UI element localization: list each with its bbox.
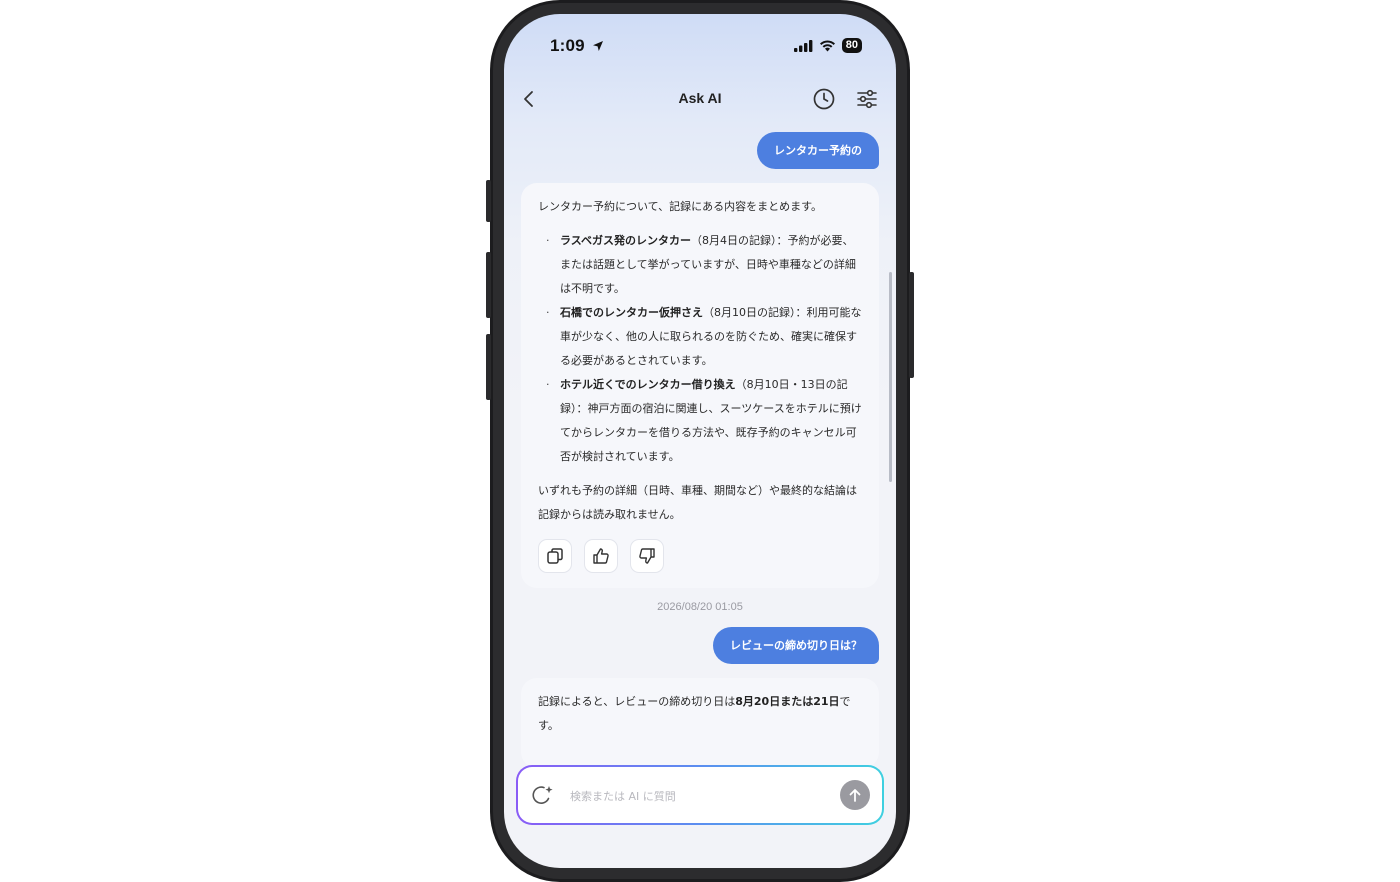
- history-button[interactable]: [811, 86, 837, 112]
- user-message-text: レンタカー予約の: [774, 144, 862, 157]
- thumbs-up-icon: [593, 548, 609, 564]
- copy-button[interactable]: [538, 539, 572, 573]
- sparkle-icon: [530, 783, 554, 811]
- list-item-heading: 石橋でのレンタカー仮押さえ: [560, 306, 703, 319]
- action-button: [486, 180, 491, 222]
- ai-response-prefix: 記録によると、レビューの締め切り日は: [538, 695, 736, 708]
- like-button[interactable]: [584, 539, 618, 573]
- thumbs-down-icon: [639, 548, 655, 564]
- ai-response-list: ラスベガス発のレンタカー（8月4日の記録）：予約が必要、または話題として挙がって…: [538, 229, 863, 469]
- app-screen: 1:09 80 Ask AI レンタカー予約の レンタカー予約について、記録にあ…: [504, 14, 896, 868]
- list-item: ホテル近くでのレンタカー借り換え（8月10日・13日の記録）：神戸方面の宿泊に関…: [538, 373, 863, 469]
- ai-response-intro: レンタカー予約について、記録にある内容をまとめます。: [538, 200, 823, 213]
- page-title: Ask AI: [678, 90, 722, 106]
- list-item: 石橋でのレンタカー仮押さえ（8月10日の記録）：利用可能な車が少なく、他の人に取…: [538, 301, 863, 373]
- arrow-up-icon: [849, 789, 861, 802]
- power-button: [909, 272, 914, 378]
- ai-response-highlight: 8月20日または21日: [735, 695, 840, 708]
- signal-icon: [793, 39, 813, 52]
- status-time: 1:09: [550, 36, 604, 56]
- status-time-text: 1:09: [550, 36, 585, 55]
- list-item-heading: ホテル近くでのレンタカー借り換え: [560, 378, 736, 391]
- settings-button[interactable]: [854, 86, 880, 112]
- user-message-bubble: レンタカー予約の: [757, 132, 879, 169]
- location-arrow-icon: [592, 41, 603, 51]
- dislike-button[interactable]: [630, 539, 664, 573]
- battery-indicator: 80: [841, 38, 862, 53]
- nav-bar: Ask AI: [504, 84, 896, 114]
- list-item: ラスベガス発のレンタカー（8月4日の記録）：予約が必要、または話題として挙がって…: [538, 229, 863, 301]
- chat-input-box: [518, 767, 882, 823]
- volume-down-button: [486, 334, 491, 400]
- ai-response-outro: いずれも予約の詳細（日時、車種、期間など）や最終的な結論は記録からは読み取れませ…: [538, 484, 857, 521]
- scrollbar[interactable]: [889, 272, 892, 482]
- volume-up-button: [486, 252, 491, 318]
- send-button[interactable]: [840, 780, 870, 810]
- feedback-actions: [538, 539, 863, 573]
- ai-response-text: 記録によると、レビューの締め切り日は8月20日または21日です。: [538, 690, 863, 738]
- chat-input-container: [516, 765, 884, 825]
- clock-icon: [813, 88, 835, 110]
- wifi-icon: [819, 39, 835, 51]
- chat-input[interactable]: [568, 780, 822, 812]
- ai-response-card: レンタカー予約について、記録にある内容をまとめます。 ラスベガス発のレンタカー（…: [521, 183, 879, 588]
- copy-icon: [547, 548, 563, 564]
- status-indicators: 80: [793, 38, 862, 53]
- ai-response-card: 記録によると、レビューの締め切り日は8月20日または21日です。: [521, 678, 879, 768]
- user-message-text: レビューの締め切り日は？: [730, 639, 862, 652]
- message-timestamp: 2026/08/20 01:05: [657, 601, 743, 613]
- list-item-heading: ラスベガス発のレンタカー: [560, 234, 692, 247]
- user-message-bubble: レビューの締め切り日は？: [713, 627, 879, 664]
- sliders-icon: [857, 89, 877, 109]
